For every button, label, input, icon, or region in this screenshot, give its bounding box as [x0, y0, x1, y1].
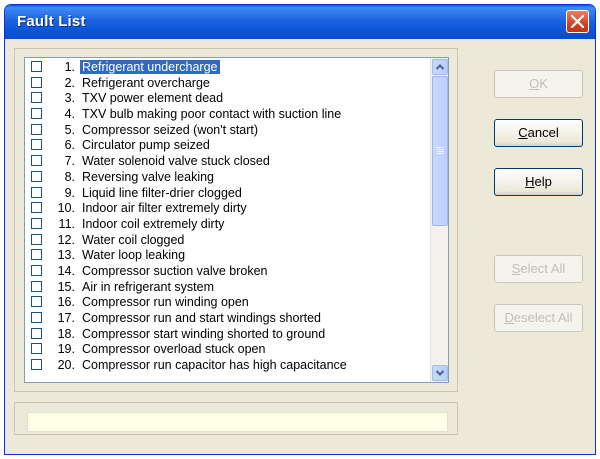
- fault-label: Compressor run winding open: [82, 295, 249, 310]
- fault-checkbox[interactable]: [31, 92, 42, 104]
- fault-number: 11.: [58, 216, 75, 231]
- fault-label: Compressor run and start windings shorte…: [82, 311, 322, 325]
- close-button[interactable]: [566, 10, 589, 33]
- fault-checkbox[interactable]: [31, 327, 42, 339]
- fault-label: Refrigerant undercharge: [80, 60, 220, 74]
- fault-number: 15.: [57, 279, 75, 294]
- scroll-down-button[interactable]: [432, 365, 448, 381]
- fault-checkbox[interactable]: [31, 61, 42, 72]
- fault-list-item[interactable]: 7. Water solenoid valve stuck closed: [25, 154, 428, 170]
- fault-number: 4.: [64, 107, 75, 122]
- fault-number: 5.: [64, 122, 75, 137]
- fault-number: 20.: [57, 358, 75, 373]
- fault-label: Water coil clogged: [82, 232, 185, 247]
- fault-label: Compressor suction valve broken: [82, 263, 268, 278]
- fault-checkbox[interactable]: [31, 170, 42, 182]
- deselect-all-button[interactable]: Deselect All: [494, 304, 583, 332]
- fault-list-item[interactable]: 5. Compressor seized (won't start): [25, 123, 428, 139]
- fault-number: 9.: [64, 185, 75, 200]
- fault-number: 1.: [64, 60, 75, 74]
- fault-label: Reversing valve leaking: [82, 169, 215, 184]
- title-bar[interactable]: Fault List: [5, 5, 595, 39]
- fault-number: 8.: [64, 169, 75, 184]
- fault-list-item[interactable]: 1. Refrigerant undercharge: [25, 60, 428, 76]
- fault-number: 13.: [57, 248, 75, 263]
- fault-checkbox[interactable]: [31, 359, 42, 371]
- fault-label: Water loop leaking: [82, 248, 186, 263]
- fault-checkbox[interactable]: [31, 280, 42, 292]
- fault-label: Air in refrigerant system: [82, 279, 214, 294]
- fault-label: Compressor start winding shorted to grou…: [82, 326, 326, 341]
- fault-list-item[interactable]: 8. Reversing valve leaking: [25, 170, 428, 186]
- fault-number: 14.: [57, 263, 75, 278]
- fault-list-item[interactable]: 4. TXV bulb making poor contact with suct…: [25, 107, 428, 123]
- fault-list-item[interactable]: 12. Water coil clogged: [25, 233, 428, 249]
- chevron-up-icon: [435, 64, 445, 70]
- chevron-down-icon: [435, 370, 445, 376]
- fault-number: 18.: [57, 326, 75, 341]
- cancel-button[interactable]: Cancel: [494, 119, 583, 147]
- fault-number: 7.: [64, 154, 75, 169]
- fault-checkbox[interactable]: [31, 186, 42, 198]
- fault-list-item[interactable]: 15. Air in refrigerant system: [25, 280, 428, 296]
- fault-number: 2.: [64, 75, 75, 90]
- select-all-button[interactable]: Select All: [494, 255, 583, 283]
- fault-list-item[interactable]: 2. Refrigerant overcharge: [25, 76, 428, 92]
- status-field: [27, 412, 448, 432]
- fault-checkbox[interactable]: [31, 139, 42, 151]
- vertical-scrollbar[interactable]: [430, 58, 448, 382]
- fault-number: 16.: [57, 295, 75, 310]
- fault-list-item[interactable]: 20. Compressor run capacitor has high cap…: [25, 358, 428, 374]
- fault-checkbox[interactable]: [31, 202, 42, 214]
- fault-list-item[interactable]: 10. Indoor air filter extremely dirty: [25, 201, 428, 217]
- fault-label: Compressor run capacitor has high capaci…: [82, 358, 347, 373]
- scroll-thumb[interactable]: [432, 76, 448, 226]
- fault-label: Compressor overload stuck open: [82, 342, 266, 357]
- fault-list-item[interactable]: 3. TXV power element dead: [25, 91, 428, 107]
- fault-checkbox[interactable]: [31, 108, 42, 120]
- fault-checkbox[interactable]: [31, 123, 42, 135]
- fault-list-item[interactable]: 6. Circulator pump seized: [25, 138, 428, 154]
- fault-checkbox[interactable]: [31, 343, 42, 355]
- fault-list-item[interactable]: 17. Compressor run and start windings sho…: [25, 311, 428, 327]
- fault-label: Indoor coil extremely dirty: [82, 216, 225, 231]
- fault-checkbox[interactable]: [31, 217, 42, 229]
- fault-number: 10.: [57, 201, 75, 216]
- fault-list-item[interactable]: 11. Indoor coil extremely dirty: [25, 217, 428, 233]
- ok-button[interactable]: OK: [494, 70, 583, 98]
- window-title: Fault List: [17, 13, 86, 30]
- fault-number: 3.: [64, 91, 75, 106]
- fault-list-item[interactable]: 18. Compressor start winding shorted to g…: [25, 327, 428, 343]
- fault-checkbox[interactable]: [31, 155, 42, 167]
- fault-label: TXV power element dead: [82, 91, 224, 106]
- fault-list-item[interactable]: 9. Liquid line filter-drier clogged: [25, 186, 428, 202]
- fault-checklist[interactable]: 1. Refrigerant undercharge 2. Refrigerant o…: [24, 57, 449, 383]
- fault-label: TXV bulb making poor contact with suctio…: [82, 107, 342, 122]
- close-icon: [571, 15, 584, 28]
- fault-checkbox[interactable]: [31, 264, 42, 276]
- fault-label: Water solenoid valve stuck closed: [82, 154, 270, 169]
- help-button[interactable]: Help: [494, 168, 583, 196]
- fault-checkbox[interactable]: [31, 312, 42, 323]
- fault-checkbox[interactable]: [31, 76, 42, 88]
- fault-checkbox[interactable]: [31, 249, 42, 261]
- fault-checkbox[interactable]: [31, 233, 42, 245]
- fault-label: Circulator pump seized: [82, 138, 210, 153]
- fault-label: Liquid line filter-drier clogged: [82, 185, 242, 200]
- fault-list-item[interactable]: 14. Compressor suction valve broken: [25, 264, 428, 280]
- fault-number: 6.: [64, 138, 75, 153]
- fault-list-item[interactable]: 13. Water loop leaking: [25, 248, 428, 264]
- fault-list-item[interactable]: 19. Compressor overload stuck open: [25, 342, 428, 358]
- fault-number: 12.: [57, 232, 75, 247]
- fault-label: Refrigerant overcharge: [82, 75, 210, 90]
- fault-number: 19.: [57, 342, 75, 357]
- fault-checkbox[interactable]: [31, 296, 42, 308]
- fault-list-item[interactable]: 16. Compressor run winding open: [25, 295, 428, 311]
- fault-label: Compressor seized (won't start): [82, 122, 259, 137]
- scroll-up-button[interactable]: [432, 59, 448, 75]
- fault-number: 17.: [57, 311, 75, 325]
- fault-label: Indoor air filter extremely dirty: [82, 201, 247, 216]
